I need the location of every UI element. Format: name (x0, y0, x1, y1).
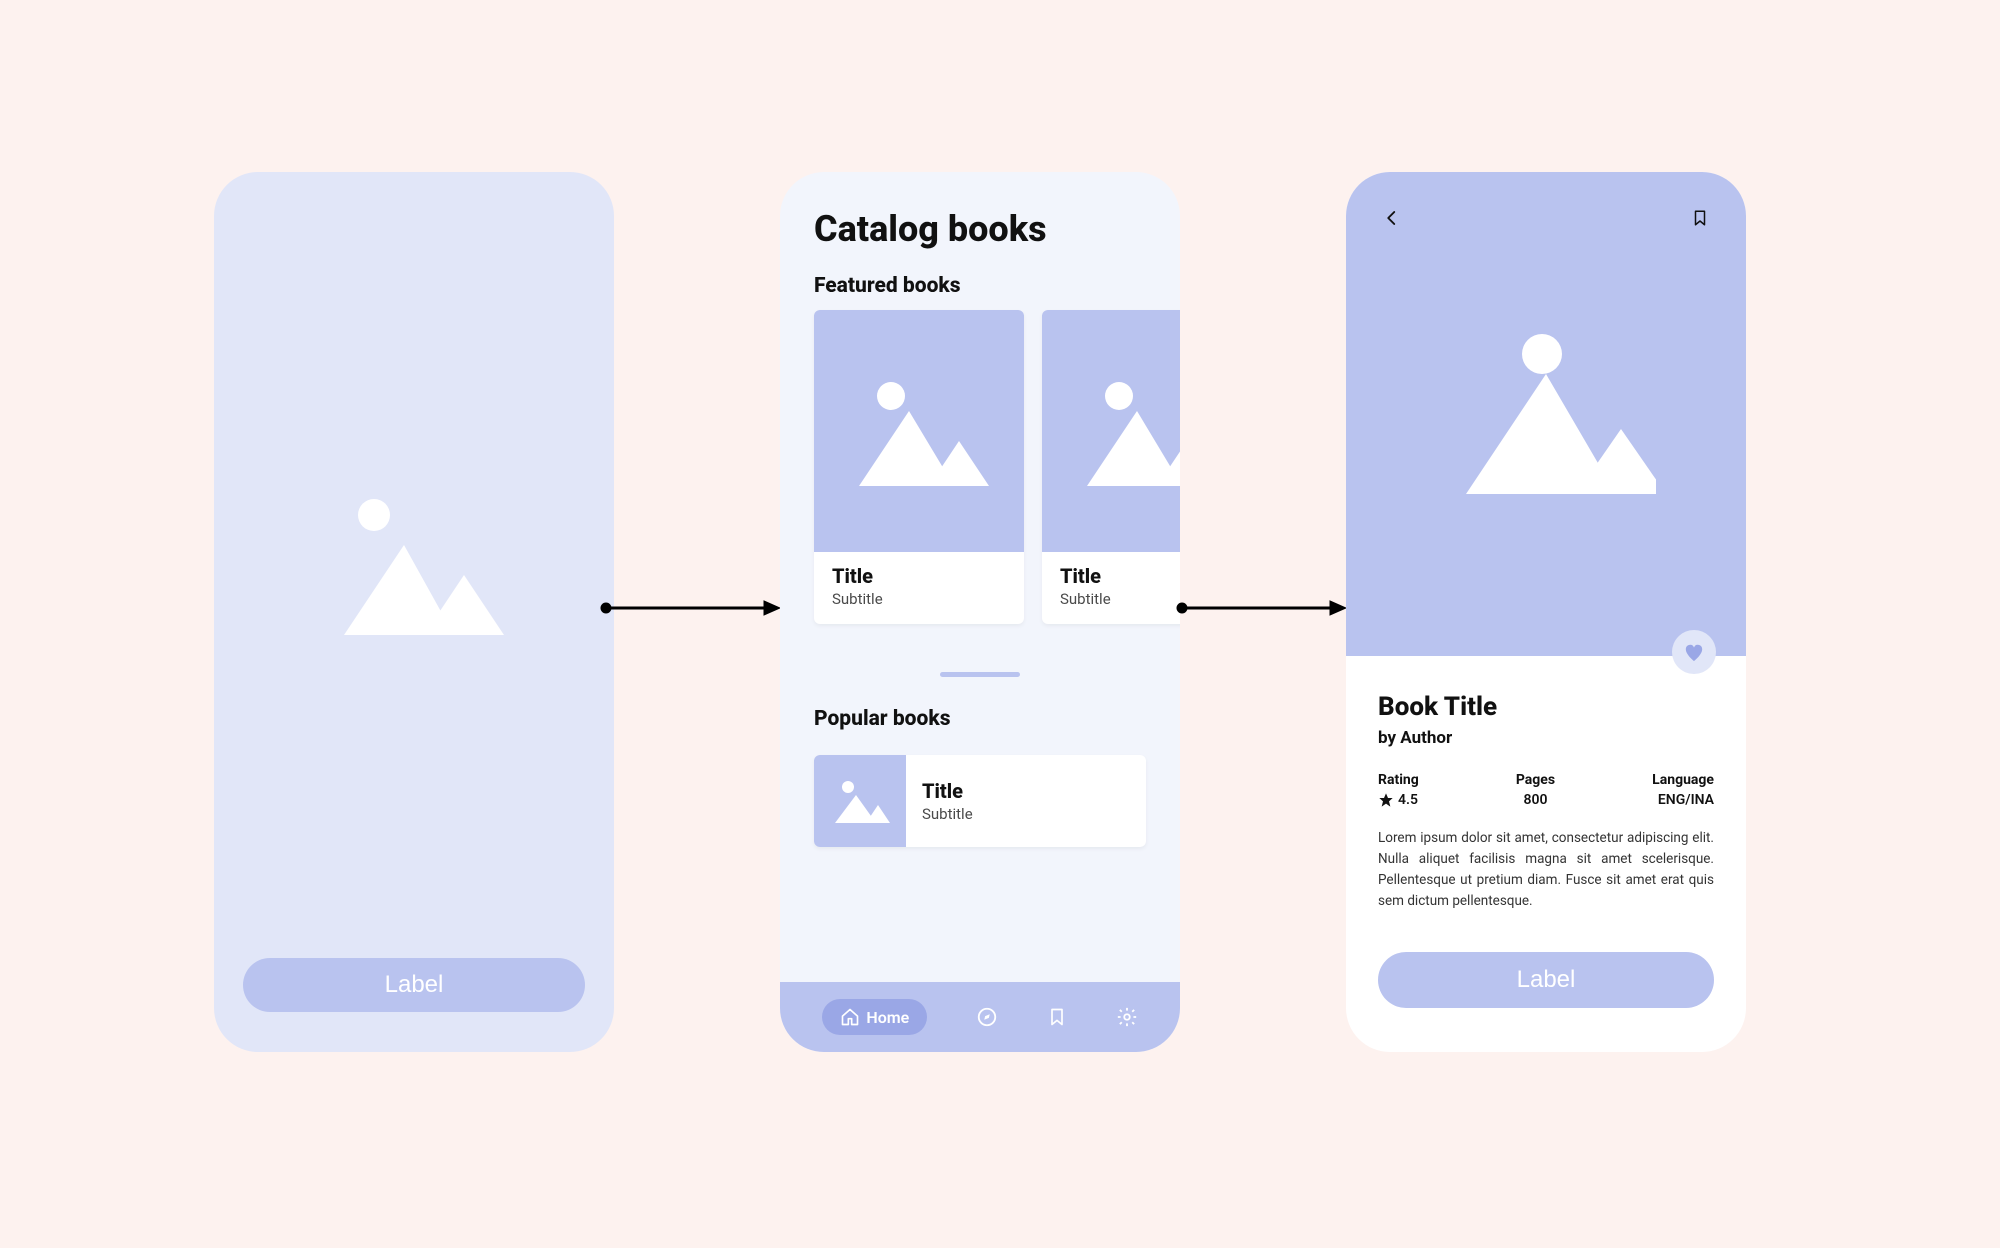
tab-explore[interactable] (976, 1006, 998, 1028)
tab-home[interactable]: Home (822, 999, 927, 1035)
primary-button[interactable]: Label (1378, 952, 1714, 1008)
featured-row[interactable]: Title Subtitle Title Subtitle (780, 310, 1180, 624)
book-description: Lorem ipsum dolor sit amet, consectetur … (1378, 828, 1714, 912)
star-icon (1378, 792, 1394, 808)
book-cover-hero (1346, 172, 1746, 656)
image-placeholder-icon (1436, 314, 1656, 514)
tab-settings[interactable] (1116, 1006, 1138, 1028)
screen-catalog: Catalog books Featured books Title Subti… (780, 172, 1180, 1052)
primary-button[interactable]: Label (243, 958, 585, 1012)
pages-value: 800 (1516, 792, 1555, 808)
bottom-tab-bar: Home (780, 982, 1180, 1052)
bookmark-button[interactable] (1684, 202, 1716, 234)
back-button[interactable] (1376, 202, 1408, 234)
flow-arrow (1176, 598, 1346, 618)
book-thumbnail (814, 755, 906, 847)
rating-label: Rating (1378, 772, 1419, 788)
image-placeholder-icon (830, 773, 890, 829)
language-label: Language (1652, 772, 1714, 788)
book-author: by Author (1378, 728, 1714, 748)
book-stats: Rating 4.5 Pages 800 Language ENG/INA (1378, 772, 1714, 808)
featured-card-subtitle: Subtitle (1060, 590, 1180, 608)
featured-card-subtitle: Subtitle (832, 590, 1006, 608)
section-heading-featured: Featured books (814, 274, 1180, 298)
page-title: Catalog books (814, 208, 1180, 250)
screen-book-detail: Book Title by Author Rating 4.5 Pages 80… (1346, 172, 1746, 1052)
image-placeholder-icon (1077, 366, 1180, 496)
flow-arrow (600, 598, 780, 618)
book-thumbnail (1042, 310, 1180, 552)
featured-card[interactable]: Title Subtitle (814, 310, 1024, 624)
compass-icon (976, 1006, 998, 1028)
featured-card-title: Title (1060, 564, 1180, 588)
section-heading-popular: Popular books (814, 707, 1180, 731)
bookmark-icon (1691, 208, 1709, 228)
language-value: ENG/INA (1652, 792, 1714, 808)
screen-splash: Label (214, 172, 614, 1052)
book-thumbnail (814, 310, 1024, 552)
book-title: Book Title (1378, 692, 1714, 722)
gear-icon (1116, 1006, 1138, 1028)
favorite-button[interactable] (1672, 630, 1716, 674)
heart-icon (1683, 642, 1705, 662)
hero-image-placeholder (214, 172, 614, 958)
pages-label: Pages (1516, 772, 1555, 788)
popular-card-title: Title (922, 779, 973, 803)
popular-card[interactable]: Title Subtitle (814, 755, 1146, 847)
chevron-left-icon (1383, 209, 1401, 227)
popular-card-subtitle: Subtitle (922, 805, 973, 823)
image-placeholder-icon (324, 485, 504, 645)
scroll-indicator (940, 672, 1020, 677)
image-placeholder-icon (849, 366, 989, 496)
featured-card-title: Title (832, 564, 1006, 588)
bookmark-icon (1047, 1007, 1067, 1027)
tab-home-label: Home (866, 1008, 909, 1027)
featured-card[interactable]: Title Subtitle (1042, 310, 1180, 624)
rating-value: 4.5 (1398, 792, 1418, 808)
tab-bookmarks[interactable] (1047, 1007, 1067, 1027)
home-icon (840, 1007, 860, 1027)
